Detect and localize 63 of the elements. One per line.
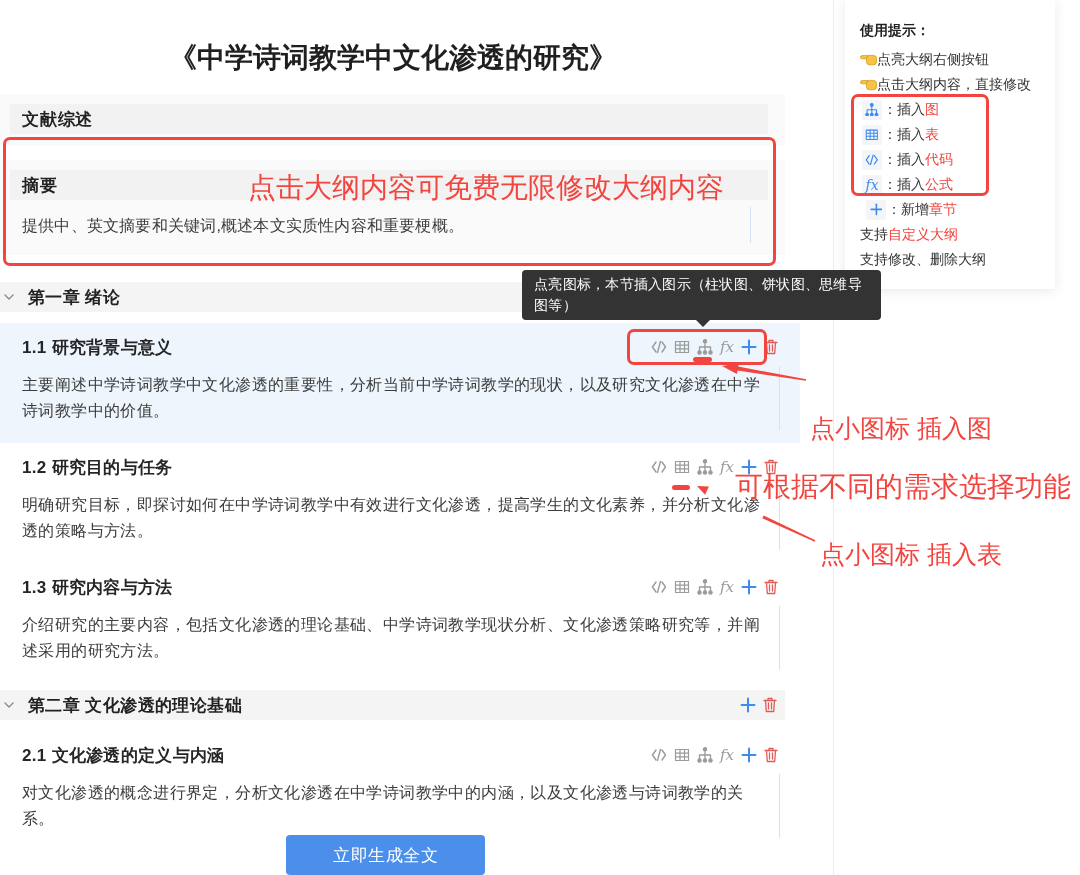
document-title: 《中学诗词教学中文化渗透的研究》 xyxy=(168,44,617,72)
selected-outline-section[interactable]: 1.1 研究背景与意义 fx 主要阐述中学诗词教学中文化渗透的重要性，分析当前中学诗词教学的现状，以及研究文化渗透在中学诗词教学中的价值。 xyxy=(0,323,800,443)
add-icon[interactable] xyxy=(741,459,757,475)
annotation-text: 点小图标 插入表 xyxy=(820,540,1002,569)
tree-diagram-icon[interactable] xyxy=(697,579,713,595)
add-icon[interactable] xyxy=(741,579,757,595)
code-icon[interactable] xyxy=(651,747,667,763)
help-text: 点击大纲内容，直接修改 xyxy=(877,75,1031,94)
annotation-underline xyxy=(693,357,712,362)
section-title[interactable]: 1.1 研究背景与意义 xyxy=(22,335,173,359)
chapter-title: 第二章 文化渗透的理论基础 xyxy=(28,694,242,717)
tree-diagram-icon[interactable] xyxy=(697,339,713,355)
help-text: 支持自定义大纲 xyxy=(860,225,958,244)
help-text: ：新增章节 xyxy=(887,200,957,219)
code-icon xyxy=(862,149,882,170)
formula-symbol: fx xyxy=(862,174,882,195)
outline-heading[interactable]: 摘要 xyxy=(22,173,58,197)
help-text: ：插入图 xyxy=(883,100,939,119)
annotation-text: 点小图标 插入图 xyxy=(810,414,992,443)
section-title[interactable]: 2.1 文化渗透的定义与内涵 xyxy=(22,743,225,767)
code-icon[interactable] xyxy=(651,459,667,475)
chapter-bar[interactable]: 第二章 文化渗透的理论基础 xyxy=(0,690,785,720)
section-title[interactable]: 1.3 研究内容与方法 xyxy=(22,575,173,599)
trash-icon[interactable] xyxy=(763,697,777,713)
annotation-text: 点击大纲内容可免费无限修改大纲内容 xyxy=(248,172,724,205)
trash-icon[interactable] xyxy=(764,579,778,595)
help-title: 使用提示： xyxy=(860,21,931,40)
help-text: ：插入公式 xyxy=(883,175,953,194)
section-description[interactable]: 介绍研究的主要内容，包括文化渗透的理论基础、中学诗词教学现状分析、文化渗透策略研究等，并阐述采用的研究方法。 xyxy=(22,612,767,664)
chevron-down-icon[interactable] xyxy=(4,702,14,708)
add-icon[interactable] xyxy=(741,339,757,355)
help-text: ：插入表 xyxy=(883,125,939,144)
help-text: ：插入代码 xyxy=(883,150,953,169)
help-text: 支持修改、删除大纲 xyxy=(860,250,986,269)
add-icon xyxy=(866,199,886,220)
section-description[interactable]: 对文化渗透的概念进行界定，分析文化渗透在中学诗词教学中的内涵，以及文化渗透与诗词教学的关系。 xyxy=(22,780,767,832)
help-text: 点亮大纲右侧按钮 xyxy=(877,50,989,69)
tree-diagram-icon xyxy=(862,99,882,120)
tree-diagram-icon[interactable] xyxy=(697,459,713,475)
trash-icon[interactable] xyxy=(764,747,778,763)
pointing-hand-icon xyxy=(860,53,877,66)
add-icon[interactable] xyxy=(741,747,757,763)
table-icon xyxy=(862,124,882,145)
table-icon[interactable] xyxy=(674,459,690,475)
outline-description[interactable]: 提供中、英文摘要和关键词,概述本文实质性内容和重要梗概。 xyxy=(22,213,750,239)
chevron-down-icon[interactable] xyxy=(4,294,14,300)
add-icon[interactable] xyxy=(740,697,756,713)
tree-diagram-icon[interactable] xyxy=(697,747,713,763)
table-icon[interactable] xyxy=(674,339,690,355)
outline-heading[interactable]: 文献综述 xyxy=(22,107,94,131)
code-icon[interactable] xyxy=(651,339,667,355)
trash-icon[interactable] xyxy=(764,459,778,475)
tooltip: 点亮图标，本节插入图示（柱状图、饼状图、思维导图等） xyxy=(522,270,881,320)
table-icon[interactable] xyxy=(674,747,690,763)
pointing-hand-icon xyxy=(860,78,877,91)
code-icon[interactable] xyxy=(651,579,667,595)
section-description[interactable]: 主要阐述中学诗词教学中文化渗透的重要性，分析当前中学诗词教学的现状，以及研究文化渗透在中学诗词教学中的价值。 xyxy=(22,372,767,424)
table-icon[interactable] xyxy=(674,579,690,595)
trash-icon[interactable] xyxy=(764,339,778,355)
section-title[interactable]: 1.2 研究目的与任务 xyxy=(22,455,173,479)
chapter-title: 第一章 绪论 xyxy=(28,286,121,309)
annotation-underline xyxy=(672,485,690,490)
tooltip-pointer-icon xyxy=(696,320,710,327)
